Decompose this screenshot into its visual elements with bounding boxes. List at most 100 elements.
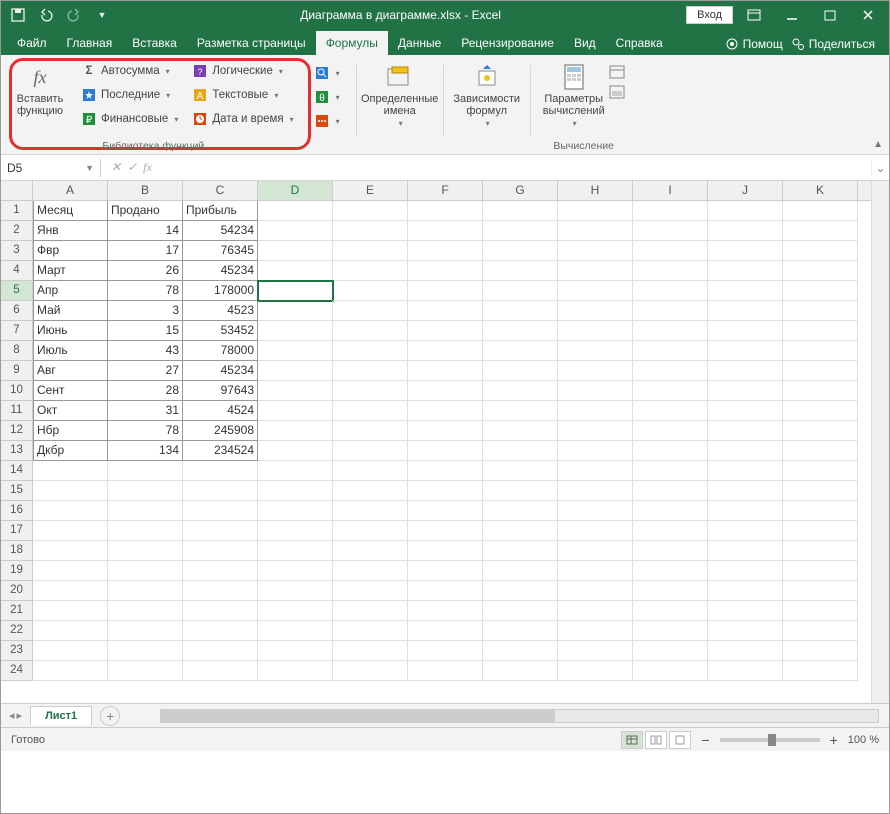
grid-body[interactable]: 1МесяцПроданоПрибыль2Янв14542343Фвр17763… — [1, 201, 889, 703]
name-box[interactable]: D5▼ — [1, 159, 101, 177]
cell-I24[interactable] — [633, 661, 708, 681]
cell-H16[interactable] — [558, 501, 633, 521]
cell-H23[interactable] — [558, 641, 633, 661]
row-header[interactable]: 11 — [1, 401, 33, 421]
cell-E14[interactable] — [333, 461, 408, 481]
col-header-A[interactable]: A — [33, 181, 108, 200]
tab-page-layout[interactable]: Разметка страницы — [187, 31, 316, 55]
row-header[interactable]: 13 — [1, 441, 33, 461]
cell-H18[interactable] — [558, 541, 633, 561]
cell-J22[interactable] — [708, 621, 783, 641]
cell-F13[interactable] — [408, 441, 483, 461]
row-header[interactable]: 7 — [1, 321, 33, 341]
row-header[interactable]: 4 — [1, 261, 33, 281]
cell-A10[interactable]: Сент — [33, 381, 108, 401]
tab-view[interactable]: Вид — [564, 31, 606, 55]
cell-B14[interactable] — [108, 461, 183, 481]
cell-G2[interactable] — [483, 221, 558, 241]
cell-C17[interactable] — [183, 521, 258, 541]
math-button[interactable]: θ▾ — [310, 87, 344, 107]
cell-I8[interactable] — [633, 341, 708, 361]
col-header-H[interactable]: H — [558, 181, 633, 200]
cell-I5[interactable] — [633, 281, 708, 301]
row-header[interactable]: 19 — [1, 561, 33, 581]
cell-K12[interactable] — [783, 421, 858, 441]
cell-I7[interactable] — [633, 321, 708, 341]
cell-K2[interactable] — [783, 221, 858, 241]
zoom-out-icon[interactable]: − — [701, 732, 709, 748]
dependencies-button[interactable]: Зависимости формул▾ — [456, 61, 518, 130]
cell-A24[interactable] — [33, 661, 108, 681]
cell-C11[interactable]: 4524 — [183, 401, 258, 421]
cell-D9[interactable] — [258, 361, 333, 381]
cell-G16[interactable] — [483, 501, 558, 521]
cell-F8[interactable] — [408, 341, 483, 361]
cell-K13[interactable] — [783, 441, 858, 461]
cell-F18[interactable] — [408, 541, 483, 561]
vertical-scrollbar[interactable] — [871, 181, 889, 703]
cell-I20[interactable] — [633, 581, 708, 601]
cell-B1[interactable]: Продано — [108, 201, 183, 221]
normal-view-icon[interactable] — [621, 731, 643, 749]
cell-A3[interactable]: Фвр — [33, 241, 108, 261]
cell-A19[interactable] — [33, 561, 108, 581]
cell-B9[interactable]: 27 — [108, 361, 183, 381]
cell-C15[interactable] — [183, 481, 258, 501]
cell-I2[interactable] — [633, 221, 708, 241]
cell-D6[interactable] — [258, 301, 333, 321]
zoom-slider[interactable] — [720, 738, 820, 742]
cell-J24[interactable] — [708, 661, 783, 681]
cell-H20[interactable] — [558, 581, 633, 601]
cell-D4[interactable] — [258, 261, 333, 281]
qat-dropdown-icon[interactable]: ▼ — [89, 4, 115, 26]
tab-formulas[interactable]: Формулы — [316, 31, 388, 55]
cell-C12[interactable]: 245908 — [183, 421, 258, 441]
save-icon[interactable] — [5, 4, 31, 26]
cell-E1[interactable] — [333, 201, 408, 221]
cell-K10[interactable] — [783, 381, 858, 401]
cell-C5[interactable]: 178000 — [183, 281, 258, 301]
cell-J1[interactable] — [708, 201, 783, 221]
cell-K7[interactable] — [783, 321, 858, 341]
cell-K19[interactable] — [783, 561, 858, 581]
row-header[interactable]: 2 — [1, 221, 33, 241]
cell-K15[interactable] — [783, 481, 858, 501]
cell-K24[interactable] — [783, 661, 858, 681]
cell-H24[interactable] — [558, 661, 633, 681]
cell-F20[interactable] — [408, 581, 483, 601]
calc-sheet-icon[interactable] — [609, 85, 625, 99]
cell-B4[interactable]: 26 — [108, 261, 183, 281]
cell-F5[interactable] — [408, 281, 483, 301]
row-header[interactable]: 10 — [1, 381, 33, 401]
minimize-icon[interactable] — [775, 4, 809, 26]
cell-F9[interactable] — [408, 361, 483, 381]
cell-D19[interactable] — [258, 561, 333, 581]
cell-H12[interactable] — [558, 421, 633, 441]
tell-me-button[interactable]: Помощ — [725, 37, 783, 51]
cell-A7[interactable]: Июнь — [33, 321, 108, 341]
cell-E12[interactable] — [333, 421, 408, 441]
cell-F15[interactable] — [408, 481, 483, 501]
row-header[interactable]: 17 — [1, 521, 33, 541]
cell-F21[interactable] — [408, 601, 483, 621]
more-button[interactable]: ▾ — [310, 111, 344, 131]
cell-F12[interactable] — [408, 421, 483, 441]
cell-E24[interactable] — [333, 661, 408, 681]
cell-I17[interactable] — [633, 521, 708, 541]
cell-D10[interactable] — [258, 381, 333, 401]
cell-I14[interactable] — [633, 461, 708, 481]
row-header[interactable]: 3 — [1, 241, 33, 261]
cell-A11[interactable]: Окт — [33, 401, 108, 421]
cell-G18[interactable] — [483, 541, 558, 561]
col-header-F[interactable]: F — [408, 181, 483, 200]
row-header[interactable]: 24 — [1, 661, 33, 681]
cell-C23[interactable] — [183, 641, 258, 661]
cell-C1[interactable]: Прибыль — [183, 201, 258, 221]
cell-H22[interactable] — [558, 621, 633, 641]
cell-J6[interactable] — [708, 301, 783, 321]
cell-F19[interactable] — [408, 561, 483, 581]
cell-A6[interactable]: Май — [33, 301, 108, 321]
cell-D23[interactable] — [258, 641, 333, 661]
logical-button[interactable]: ?Логические▾ — [188, 61, 297, 81]
cell-I6[interactable] — [633, 301, 708, 321]
